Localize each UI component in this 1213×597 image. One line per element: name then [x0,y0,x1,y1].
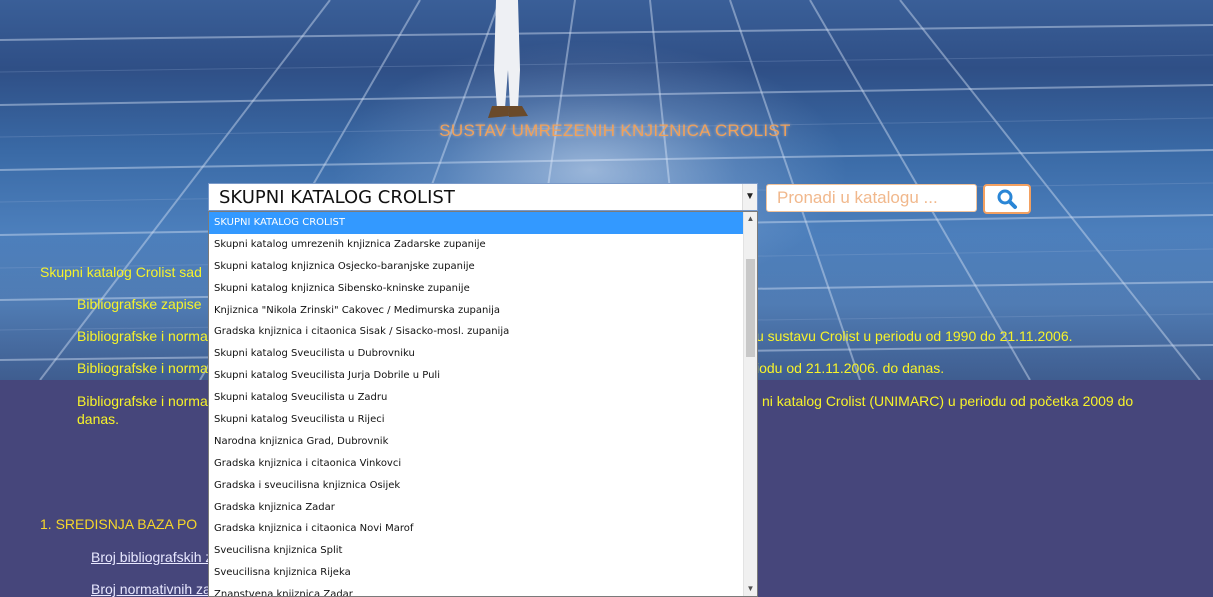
list-item: Bibliografske i norma [77,393,208,409]
catalog-option[interactable]: Sveucilisna knjiznica Rijeka [209,562,744,584]
search-icon [997,189,1017,209]
catalog-option[interactable]: Gradska knjiznica i citaonica Vinkovci [209,453,744,475]
catalog-option[interactable]: Skupni katalog umrezenih knjiznica Zadar… [209,234,744,256]
catalog-option[interactable]: Znanstvena knjiznica Zadar [209,584,744,596]
list-item-continued: ni katalog Crolist (UNIMARC) u periodu o… [762,393,1134,409]
chevron-down-icon[interactable]: ▼ [742,184,757,210]
list-item-continued: u sustavu Crolist u periodu od 1990 do 2… [756,328,1073,344]
catalog-option[interactable]: Skupni katalog Sveucilista u Dubrovniku [209,343,744,365]
person-figure [488,0,528,118]
stats-link[interactable]: Broj normativnih zap [91,581,219,597]
catalog-option[interactable]: Skupni katalog knjiznica Osjecko-baranjs… [209,256,744,278]
catalog-option[interactable]: SKUPNI KATALOG CROLIST [209,212,744,234]
catalog-option[interactable]: Gradska knjiznica i citaonica Sisak / Si… [209,321,744,343]
search-button[interactable] [983,184,1031,214]
scroll-thumb[interactable] [746,259,755,357]
catalog-option[interactable]: Skupni katalog knjiznica Sibensko-kninsk… [209,278,744,300]
catalog-select[interactable]: SKUPNI KATALOG CROLIST ▼ [208,183,758,211]
list-item: Bibliografske i norma [77,328,208,344]
catalog-select-value: SKUPNI KATALOG CROLIST [219,187,455,208]
list-item-continued: iodu od 21.11.2006. do danas. [756,360,945,376]
list-item: Bibliografske i norma [77,360,208,376]
stats-link[interactable]: Broj bibliografskih za [91,549,220,565]
catalog-option[interactable]: Skupni katalog Sveucilista Jurja Dobrile… [209,365,744,387]
list-item-continued: danas. [77,411,120,427]
catalog-option[interactable]: Knjiznica "Nikola Zrinski" Cakovec / Med… [209,300,744,322]
section-heading: 1. SREDISNJA BAZA PO [40,516,198,532]
dropdown-scrollbar[interactable]: ▲ ▼ [743,212,757,596]
list-item: Bibliografske zapise [77,296,202,312]
intro-text: Skupni katalog Crolist sad [40,264,202,280]
search-input[interactable] [766,184,977,212]
catalog-option[interactable]: Gradska knjiznica Zadar [209,497,744,519]
catalog-option[interactable]: Gradska knjiznica i citaonica Novi Marof [209,518,744,540]
catalog-option[interactable]: Skupni katalog Sveucilista u Zadru [209,387,744,409]
scroll-down-icon[interactable]: ▼ [744,582,757,596]
site-title: SUSTAV UMREZENIH KNJIZNICA CROLIST [439,121,791,140]
scroll-up-icon[interactable]: ▲ [744,212,757,226]
catalog-option[interactable]: Sveucilisna knjiznica Split [209,540,744,562]
catalog-dropdown-list[interactable]: SKUPNI KATALOG CROLIST Skupni katalog umr… [208,211,758,597]
catalog-option[interactable]: Gradska i sveucilisna knjiznica Osijek [209,475,744,497]
catalog-option[interactable]: Narodna knjiznica Grad, Dubrovnik [209,431,744,453]
catalog-option[interactable]: Skupni katalog Sveucilista u Rijeci [209,409,744,431]
